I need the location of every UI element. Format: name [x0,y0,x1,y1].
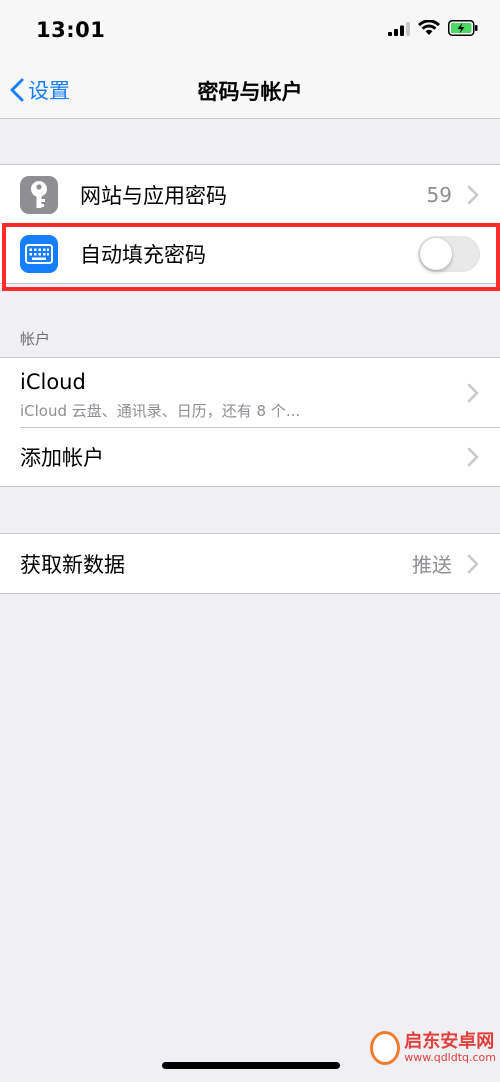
chevron-right-icon [467,185,479,204]
keyboard-icon [20,234,58,273]
toggle-knob [420,237,452,270]
watermark: 启东安卓网 www.qdldtq.com [370,1020,496,1076]
status-bar: 13:01 [0,0,500,62]
fetch-new-data-row[interactable]: 获取新数据 推送 [0,534,500,593]
wifi-icon [418,19,440,40]
chevron-right-icon [467,554,479,573]
watermark-title: 启东安卓网 [404,1030,495,1052]
cellular-signal-icon [388,21,410,40]
autofill-passwords-row: 自动填充密码 [0,224,500,283]
watermark-url: www.qdldtq.com [404,1050,496,1064]
battery-charging-icon [448,20,478,40]
accounts-group: iCloud iCloud 云盘、通讯录、日历，还有 8 个... 添加帐户 [0,357,500,487]
add-account-label: 添加帐户 [20,445,104,470]
home-indicator[interactable] [162,1062,340,1069]
icloud-title: iCloud [20,370,86,394]
passwords-group: 网站与应用密码 59 自动填充密码 [0,164,500,284]
autofill-passwords-label: 自动填充密码 [80,242,206,267]
key-icon [20,175,58,214]
autofill-toggle[interactable] [418,235,480,272]
icloud-subtitle: iCloud 云盘、通讯录、日历，还有 8 个... [20,402,301,420]
fetch-group: 获取新数据 推送 [0,533,500,594]
chevron-right-icon [467,447,479,466]
status-time: 13:01 [36,18,106,42]
chevron-right-icon [467,383,479,402]
navigation-bar: 设置 密码与帐户 [0,62,500,119]
page-title: 密码与帐户 [197,80,303,104]
website-passwords-row[interactable]: 网站与应用密码 59 [0,165,500,224]
website-passwords-count: 59 [426,182,452,207]
status-icons [388,19,478,40]
accounts-section-header: 帐户 [20,330,51,348]
fetch-new-data-value: 推送 [412,553,452,577]
add-account-row[interactable]: 添加帐户 [0,427,500,486]
watermark-logo-icon [370,1031,401,1065]
fetch-new-data-label: 获取新数据 [20,552,125,577]
watermark-text: 启东安卓网 www.qdldtq.com [404,1030,496,1064]
icloud-row[interactable]: iCloud iCloud 云盘、通讯录、日历，还有 8 个... [0,358,500,427]
website-passwords-label: 网站与应用密码 [80,183,227,208]
